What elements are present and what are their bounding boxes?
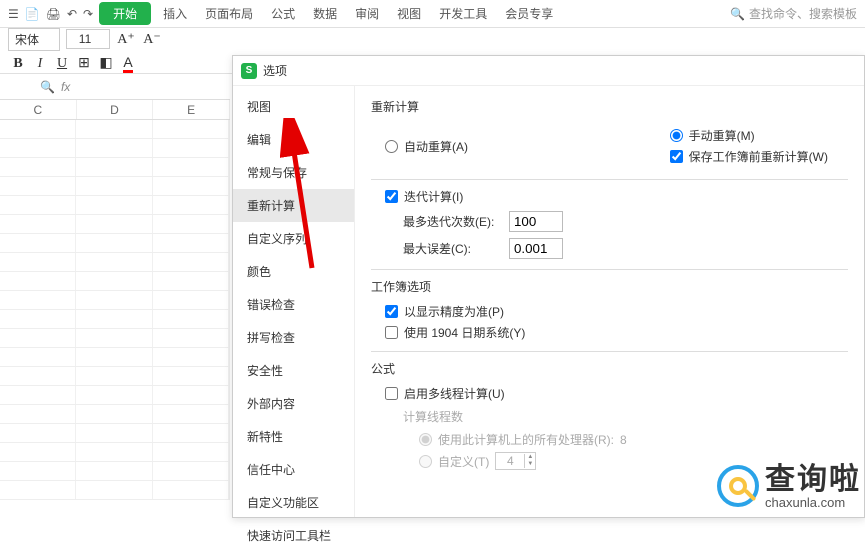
font-size-select[interactable]: 11	[66, 29, 110, 49]
fill-color-button[interactable]: ◧	[96, 54, 116, 74]
watermark: 查询啦 chaxunla.com	[717, 463, 861, 510]
tab-member[interactable]: 会员专享	[499, 2, 559, 25]
dialog-title-text: 选项	[263, 62, 287, 79]
quick-access-toolbar: ☰ 📄 🖨 ↶ ↷ 开始 插入 页面布局 公式 数据 审阅 视图 开发工具 会员…	[0, 0, 865, 28]
menu-icon[interactable]: ☰	[8, 7, 19, 21]
nav-edit[interactable]: 编辑	[233, 123, 354, 156]
bold-button[interactable]: B	[8, 54, 28, 74]
underline-button[interactable]: U	[52, 54, 72, 74]
spinner-value: 4	[496, 453, 524, 469]
dialog-titlebar: S 选项	[233, 56, 864, 86]
nav-view[interactable]: 视图	[233, 90, 354, 123]
watermark-url: chaxunla.com	[765, 496, 861, 510]
label-max-iter: 最多迭代次数(E):	[403, 213, 503, 230]
checkbox-precision[interactable]	[385, 305, 398, 318]
checkbox-iter-calc[interactable]	[385, 190, 398, 203]
nav-external[interactable]: 外部内容	[233, 387, 354, 420]
label-auto-recalc: 自动重算(A)	[404, 138, 468, 155]
section-recalc: 重新计算	[371, 98, 848, 115]
nav-security[interactable]: 安全性	[233, 354, 354, 387]
undo-icon[interactable]: ↶	[67, 7, 77, 21]
radio-manual-recalc[interactable]	[670, 129, 683, 142]
tab-page-layout[interactable]: 页面布局	[199, 2, 259, 25]
italic-button[interactable]: I	[30, 54, 50, 74]
increase-font-icon[interactable]: A⁺	[116, 29, 136, 49]
spinner-custom-cpu: 4 ▲▼	[495, 452, 536, 470]
watermark-icon	[717, 465, 759, 507]
tab-formula[interactable]: 公式	[265, 2, 301, 25]
tab-data[interactable]: 数据	[307, 2, 343, 25]
fx-label: fx	[61, 80, 70, 94]
nav-spell-check[interactable]: 拼写检查	[233, 321, 354, 354]
section-workbook: 工作簿选项	[371, 278, 848, 295]
tab-view[interactable]: 视图	[391, 2, 427, 25]
label-custom-cpu: 自定义(T)	[438, 453, 489, 470]
nav-error-check[interactable]: 错误检查	[233, 288, 354, 321]
decrease-font-icon[interactable]: A⁻	[142, 29, 162, 49]
input-max-iter[interactable]	[509, 211, 563, 232]
cpu-count: 8	[620, 433, 627, 447]
section-formula: 公式	[371, 360, 848, 377]
radio-all-cpu	[419, 433, 432, 446]
col-header[interactable]: D	[77, 100, 154, 119]
tab-dev-tools[interactable]: 开发工具	[433, 2, 493, 25]
col-header[interactable]: E	[153, 100, 230, 119]
divider	[371, 269, 848, 270]
checkbox-date1904[interactable]	[385, 326, 398, 339]
nav-general-save[interactable]: 常规与保存	[233, 156, 354, 189]
label-multithread: 启用多线程计算(U)	[404, 385, 505, 402]
divider	[371, 351, 848, 352]
label-date1904: 使用 1904 日期系统(Y)	[404, 324, 525, 341]
formula-bar[interactable]: 🔍 fx	[0, 74, 230, 100]
nav-custom-ribbon[interactable]: 自定义功能区	[233, 486, 354, 519]
nav-trust-center[interactable]: 信任中心	[233, 453, 354, 486]
label-precision: 以显示精度为准(P)	[404, 303, 504, 320]
font-color-button[interactable]: A	[118, 54, 138, 74]
options-nav: 视图 编辑 常规与保存 重新计算 自定义序列 颜色 错误检查 拼写检查 安全性 …	[233, 86, 355, 517]
column-headers: C D E	[0, 100, 230, 120]
divider	[371, 179, 848, 180]
nav-recalc[interactable]: 重新计算	[233, 189, 354, 222]
input-max-error[interactable]	[509, 238, 563, 259]
radio-auto-recalc[interactable]	[385, 140, 398, 153]
label-all-cpu: 使用此计算机上的所有处理器(R):	[438, 431, 614, 448]
search-icon: 🔍	[730, 7, 745, 21]
label-thread-count: 计算线程数	[403, 408, 463, 425]
label-save-recalc: 保存工作簿前重新计算(W)	[689, 148, 828, 165]
nav-color[interactable]: 颜色	[233, 255, 354, 288]
font-name-select[interactable]: 宋体	[8, 28, 60, 51]
print-icon[interactable]: 🖨	[46, 7, 61, 21]
watermark-text: 查询啦	[765, 463, 861, 496]
app-logo-icon: S	[241, 63, 257, 79]
label-max-error: 最大误差(C):	[403, 240, 503, 257]
search-placeholder: 查找命令、搜索模板	[749, 5, 857, 22]
checkbox-multithread[interactable]	[385, 387, 398, 400]
search-icon: 🔍	[40, 80, 55, 94]
nav-custom-seq[interactable]: 自定义序列	[233, 222, 354, 255]
border-button[interactable]: ⊞	[74, 54, 94, 74]
col-header[interactable]: C	[0, 100, 77, 119]
spreadsheet-area: 🔍 fx C D E	[0, 74, 230, 518]
options-content: 重新计算 自动重算(A) 手动重算(M) 保存工作簿前重新计算(W)	[355, 86, 864, 517]
tab-review[interactable]: 审阅	[349, 2, 385, 25]
save-icon[interactable]: 📄	[25, 7, 40, 21]
search-box[interactable]: 🔍 查找命令、搜索模板	[730, 5, 857, 22]
radio-custom-cpu	[419, 455, 432, 468]
redo-icon[interactable]: ↷	[83, 7, 93, 21]
options-dialog: S 选项 视图 编辑 常规与保存 重新计算 自定义序列 颜色 错误检查 拼写检查…	[232, 55, 865, 518]
grid-rows[interactable]	[0, 120, 230, 500]
tab-insert[interactable]: 插入	[157, 2, 193, 25]
checkbox-save-recalc[interactable]	[670, 150, 683, 163]
tab-start[interactable]: 开始	[99, 2, 151, 25]
nav-new-features[interactable]: 新特性	[233, 420, 354, 453]
label-iter-calc: 迭代计算(I)	[404, 188, 463, 205]
label-manual-recalc: 手动重算(M)	[689, 127, 755, 144]
nav-quick-access[interactable]: 快速访问工具栏	[233, 519, 354, 552]
